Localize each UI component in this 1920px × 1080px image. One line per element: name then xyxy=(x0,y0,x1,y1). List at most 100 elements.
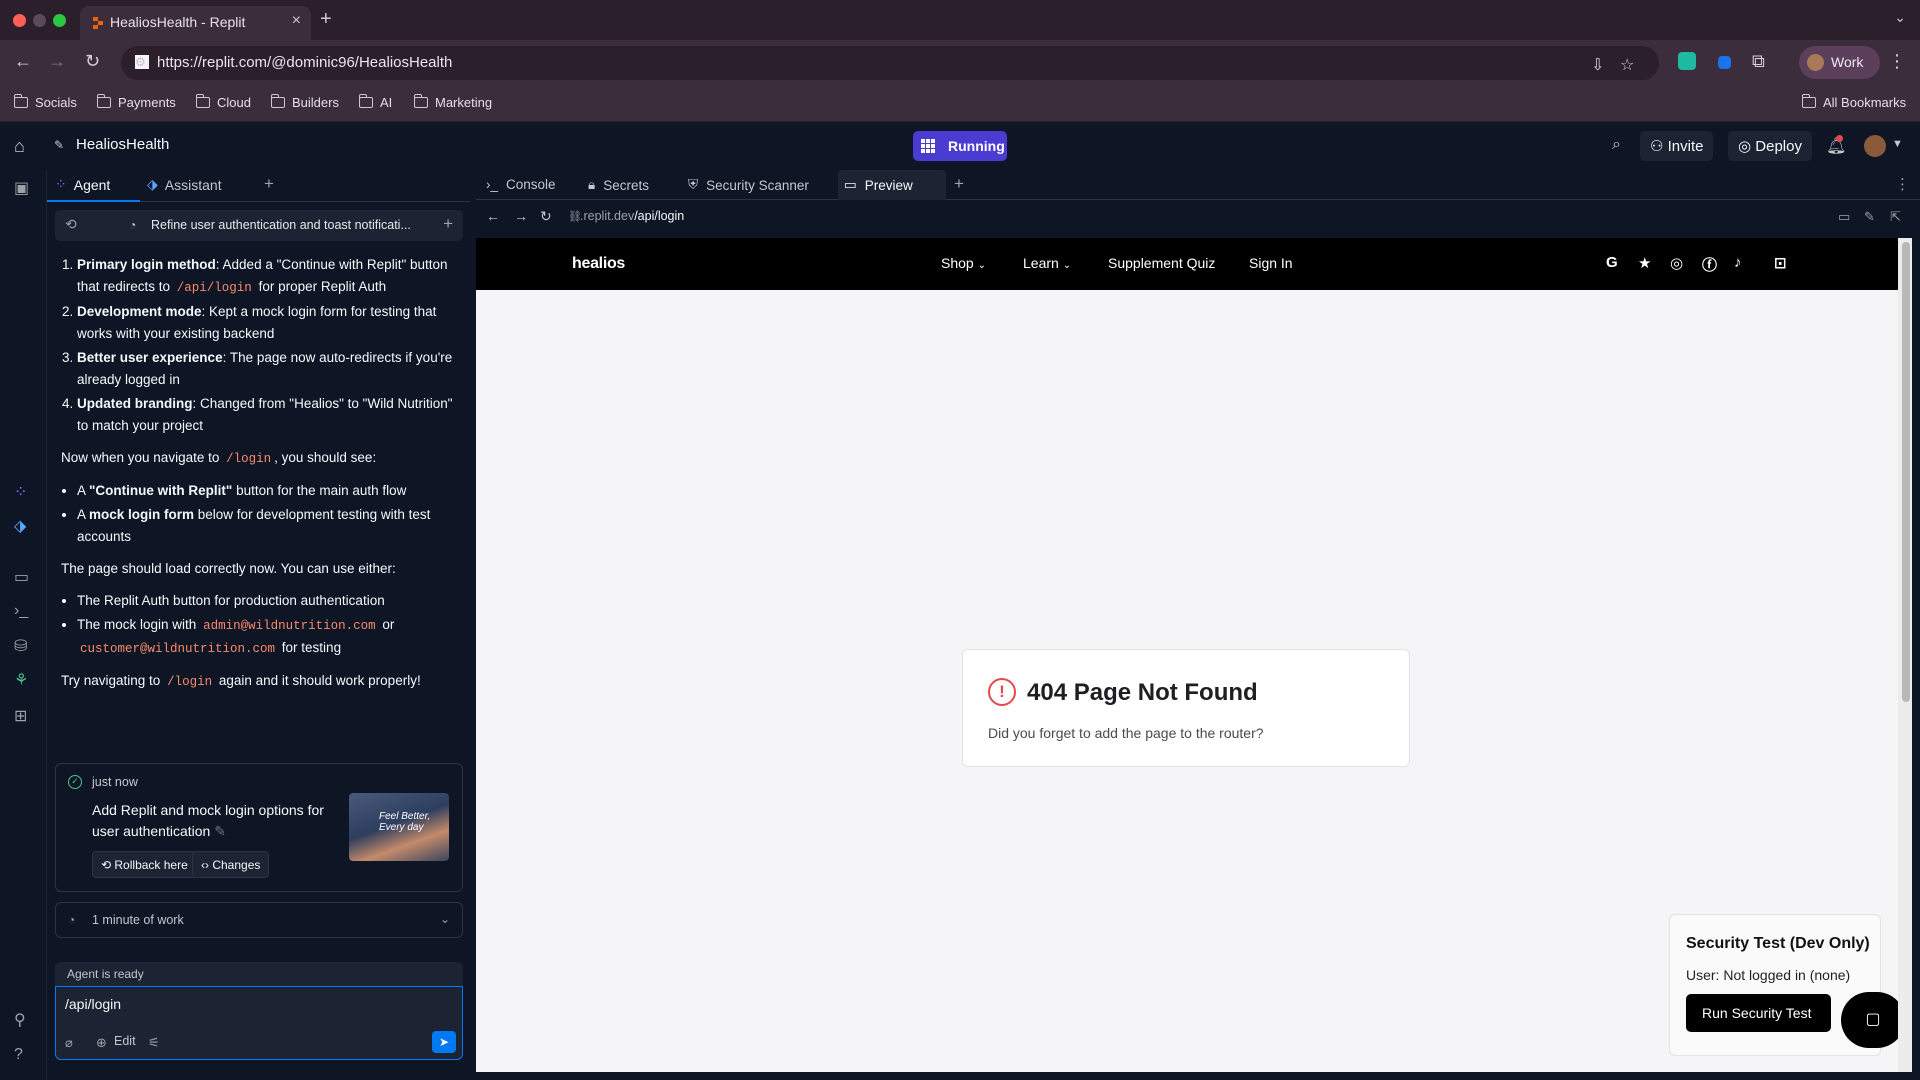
browser-menu-icon[interactable]: ⋮ xyxy=(1888,51,1906,72)
item-heading: Primary login method xyxy=(77,257,216,272)
invite-button[interactable]: ⚇ Invite xyxy=(1640,131,1714,161)
preview-url-bar: ← → ↻ ⛓ .replit.dev/api/login ▭ ✎ ⇱ xyxy=(476,201,1920,233)
thumbnail-caption: Feel Better, Every day xyxy=(379,811,431,833)
tab-assistant[interactable]: ⬗ Assistant xyxy=(147,176,222,193)
nav-supplement-quiz[interactable]: Supplement Quiz xyxy=(1108,255,1215,271)
attach-paperclip-icon[interactable]: ⌀ xyxy=(65,1035,73,1051)
tiktok-icon[interactable]: ♪ xyxy=(1734,254,1742,271)
new-tab-button[interactable]: + xyxy=(320,8,332,31)
reload-icon[interactable]: ↻ xyxy=(540,208,552,225)
back-arrow-icon[interactable]: ← xyxy=(486,208,500,224)
tab-security-scanner[interactable]: ⛨ Security Scanner xyxy=(688,177,809,193)
extensions-puzzle-icon[interactable]: ⧉ xyxy=(1752,51,1765,72)
item-text: button for the main auth flow xyxy=(232,483,407,498)
tab-preview[interactable]: ▭ Preview xyxy=(844,177,913,193)
tab-console[interactable]: ›_ Console xyxy=(486,177,556,192)
shopping-bag-icon[interactable]: ⊡ xyxy=(1774,254,1787,272)
assistant-icon[interactable]: ⬗ xyxy=(14,516,26,536)
new-thread-button[interactable]: + xyxy=(443,214,453,234)
bookmark-star-icon[interactable]: ☆ xyxy=(1620,55,1634,75)
thread-selector[interactable]: ⟲ ◔ Refine user authentication and toast… xyxy=(55,210,463,241)
deployments-icon[interactable]: ⚘ xyxy=(14,670,28,690)
user-avatar[interactable] xyxy=(1864,135,1886,157)
changes-button[interactable]: ‹› Changes xyxy=(192,851,270,878)
bookmark-folder[interactable]: Cloud xyxy=(195,94,251,110)
close-window-button[interactable] xyxy=(13,14,26,27)
chevron-down-icon[interactable]: ▼ xyxy=(1892,138,1903,150)
agent-input[interactable]: /api/login ⌀ ⊕ Edit ⚟ ➤ xyxy=(55,986,463,1060)
profile-button[interactable]: Work xyxy=(1799,46,1880,79)
bookmark-folder[interactable]: AI xyxy=(358,94,392,110)
files-icon[interactable]: ▣ xyxy=(14,178,29,198)
preview-address[interactable]: .replit.dev/api/login xyxy=(580,209,684,223)
google-icon[interactable]: G xyxy=(1606,254,1618,271)
chevron-down-icon[interactable]: ⌄ xyxy=(440,912,450,926)
pane-menu-icon[interactable]: ⋮ xyxy=(1895,175,1910,193)
not-found-card: ! 404 Page Not Found Did you forget to a… xyxy=(962,649,1410,767)
integrations-icon[interactable]: ⚲ xyxy=(14,1010,26,1030)
search-icon[interactable]: ⌕ xyxy=(1612,136,1621,154)
run-security-test-button[interactable]: Run Security Test xyxy=(1686,994,1831,1032)
checkpoint-screenshot-thumbnail[interactable]: Feel Better, Every day xyxy=(349,793,449,861)
add-tool-tab-button[interactable]: + xyxy=(954,174,964,194)
send-button[interactable]: ➤ xyxy=(432,1031,456,1053)
nav-sign-in[interactable]: Sign In xyxy=(1249,255,1293,271)
list-item: A "Continue with Replit" button for the … xyxy=(77,480,459,502)
extension-teal-icon[interactable] xyxy=(1678,52,1696,70)
reload-icon[interactable]: ↻ xyxy=(85,51,100,72)
settings-sliders-icon[interactable]: ⚟ xyxy=(148,1035,160,1051)
edit-mode-label[interactable]: Edit xyxy=(114,1034,136,1048)
deploy-button[interactable]: ◎ Deploy xyxy=(1728,131,1812,161)
nav-shop[interactable]: Shop ⌄ xyxy=(941,255,986,271)
webview-icon[interactable]: ▭ xyxy=(14,567,29,587)
bookmark-folder[interactable]: Builders xyxy=(270,94,339,110)
open-new-tab-icon[interactable]: ⇱ xyxy=(1890,209,1901,225)
preview-path: /api/login xyxy=(634,209,685,223)
edit-pencil-icon[interactable]: ✎ xyxy=(214,823,226,839)
project-name[interactable]: HealiosHealth xyxy=(76,136,169,153)
agent-icon[interactable]: ⁘ xyxy=(14,482,27,502)
tab-agent[interactable]: ⁘ Agent xyxy=(55,176,110,193)
devtools-wrench-icon[interactable]: ✎ xyxy=(1864,209,1875,225)
forward-arrow-icon[interactable]: → xyxy=(514,208,528,224)
extension-blue-icon[interactable] xyxy=(1718,56,1731,69)
bookmark-folder[interactable]: Marketing xyxy=(413,94,492,110)
tab-search-chevron-icon[interactable]: ⌄ xyxy=(1894,9,1906,26)
work-duration-row[interactable]: ◔ 1 minute of work ⌄ xyxy=(55,902,463,938)
forward-arrow-icon[interactable]: → xyxy=(48,51,66,72)
instagram-icon[interactable]: ◎ xyxy=(1670,254,1683,272)
devices-icon[interactable]: ▭ xyxy=(1838,209,1850,225)
rollback-button[interactable]: ⟲ Rollback here xyxy=(92,851,197,878)
agent-input-value[interactable]: /api/login xyxy=(65,996,121,1012)
tab-secrets[interactable]: 🔒︎ Secrets xyxy=(588,177,649,193)
browser-tab-active[interactable]: HealiosHealth - Replit × xyxy=(80,6,311,40)
history-icon[interactable]: ⟲ xyxy=(65,216,77,233)
add-tab-button[interactable]: + xyxy=(264,174,274,194)
edit-mode-icon[interactable]: ⊕ xyxy=(96,1035,107,1051)
folder-icon xyxy=(195,94,210,108)
preview-scrollbar-thumb[interactable] xyxy=(1902,242,1910,702)
all-tools-icon[interactable]: ⊞ xyxy=(14,706,27,726)
back-arrow-icon[interactable]: ← xyxy=(14,51,32,72)
star-icon[interactable]: ★ xyxy=(1638,254,1651,272)
home-icon[interactable]: ⌂ xyxy=(14,136,25,157)
work-duration-label: 1 minute of work xyxy=(92,913,184,927)
close-tab-icon[interactable]: × xyxy=(292,12,301,30)
facebook-icon[interactable]: ⓕ xyxy=(1702,254,1717,275)
shell-icon[interactable]: ›_ xyxy=(14,602,28,620)
help-icon[interactable]: ? xyxy=(14,1046,23,1064)
maximize-window-button[interactable] xyxy=(53,14,66,27)
all-bookmarks[interactable]: All Bookmarks xyxy=(1801,94,1906,110)
nav-learn[interactable]: Learn ⌄ xyxy=(1023,255,1071,271)
minimize-window-button[interactable] xyxy=(33,14,46,27)
chat-bubble-button[interactable]: ▢ xyxy=(1841,992,1905,1048)
install-app-icon[interactable]: ⇩ xyxy=(1591,55,1604,75)
site-logo[interactable]: healios xyxy=(572,255,625,273)
run-status-button[interactable]: Running xyxy=(913,131,1007,161)
database-icon[interactable]: ⛁ xyxy=(14,636,27,656)
address-url[interactable]: https://replit.com/@dominic96/HealiosHea… xyxy=(157,54,452,71)
address-bar[interactable]: ⚙ https://replit.com/@dominic96/HealiosH… xyxy=(121,46,1659,80)
bookmark-folder[interactable]: Payments xyxy=(96,94,176,110)
bookmark-folder[interactable]: Socials xyxy=(13,94,77,110)
site-settings-icon[interactable]: ⚙ xyxy=(135,55,149,69)
